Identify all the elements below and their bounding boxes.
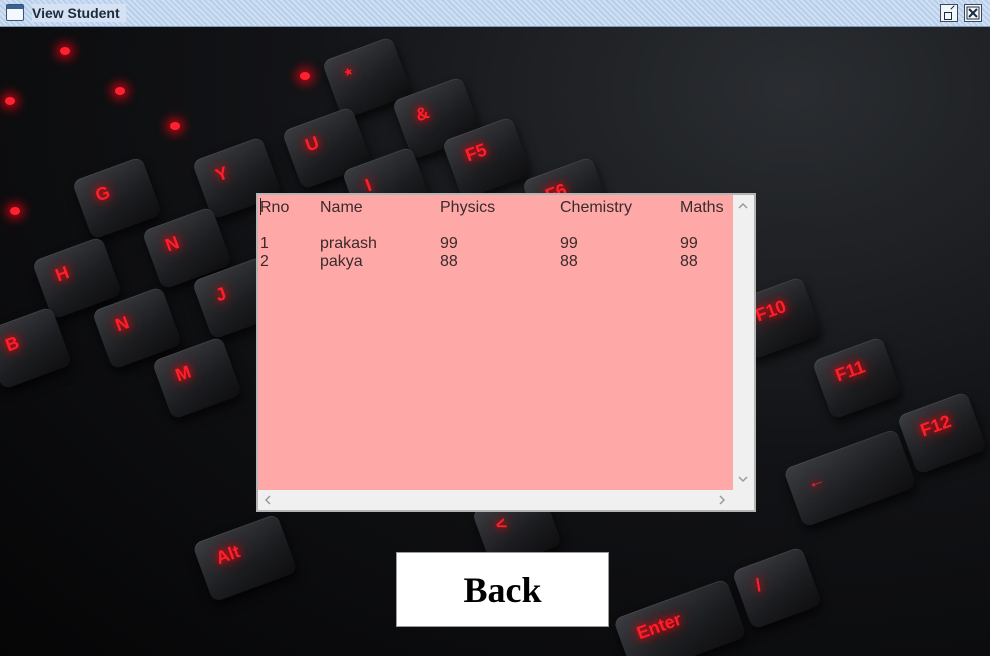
cell-rno: 2 [260, 253, 269, 270]
chevron-down-icon[interactable] [736, 472, 750, 486]
header-name: Name [320, 199, 363, 216]
close-button[interactable] [964, 4, 982, 22]
cell-chemistry: 99 [560, 235, 578, 252]
cell-rno: 1 [260, 235, 269, 252]
cell-name: pakya [320, 253, 363, 270]
horizontal-scrollbar[interactable] [258, 490, 733, 510]
student-table-text-area[interactable]: Rno Name Physics Chemistry Maths 1 praka… [258, 195, 733, 490]
cell-physics: 99 [440, 235, 458, 252]
header-rno: Rno [260, 199, 290, 216]
chevron-left-icon[interactable] [261, 493, 275, 507]
cell-maths: 88 [680, 253, 698, 270]
header-maths: Maths [680, 199, 724, 216]
cell-name: prakash [320, 235, 377, 252]
restore-button[interactable] [940, 4, 958, 22]
cell-maths: 99 [680, 235, 698, 252]
window-title: View Student [32, 4, 126, 22]
window-icon [6, 4, 24, 21]
vertical-scrollbar[interactable] [733, 195, 754, 490]
scrollbar-corner [733, 490, 754, 510]
header-physics: Physics [440, 199, 496, 216]
student-table-panel: Rno Name Physics Chemistry Maths 1 praka… [256, 193, 756, 512]
back-button[interactable]: Back [396, 552, 609, 627]
cell-physics: 88 [440, 253, 458, 270]
title-bar: View Student [0, 0, 990, 27]
header-chemistry: Chemistry [560, 199, 633, 216]
cell-chemistry: 88 [560, 253, 578, 270]
chevron-right-icon[interactable] [715, 493, 729, 507]
chevron-up-icon[interactable] [736, 199, 750, 213]
close-icon [966, 6, 980, 20]
